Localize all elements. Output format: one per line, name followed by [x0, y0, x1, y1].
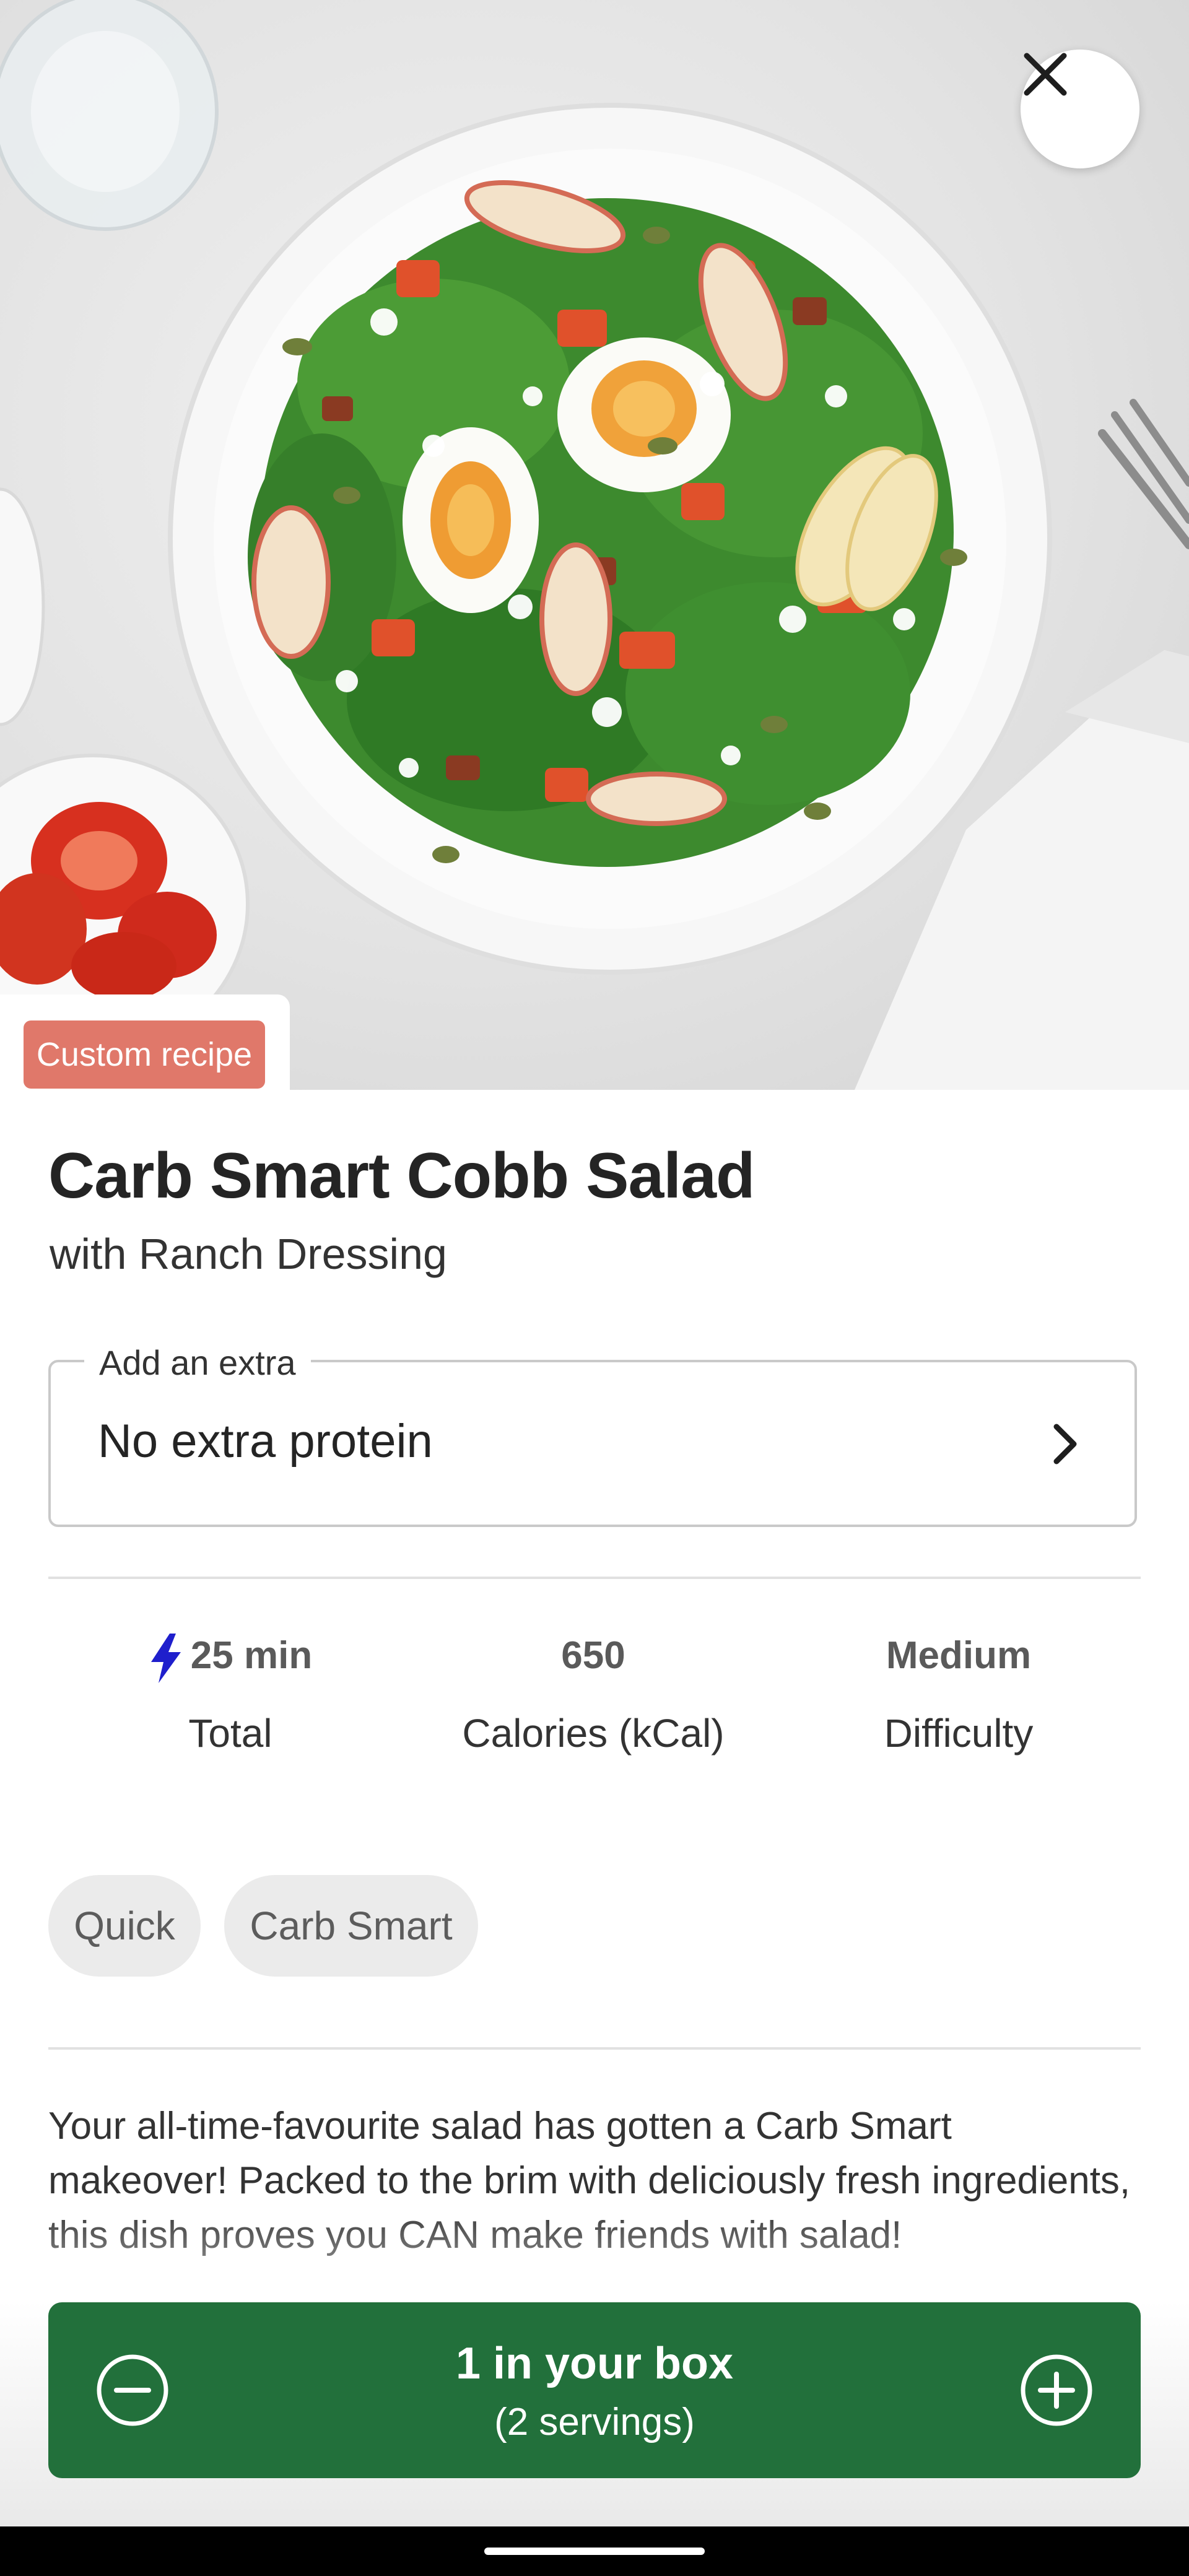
- recipe-hero-image: [0, 0, 1189, 1090]
- stat-total-time-value: 25 min: [190, 1634, 313, 1677]
- box-servings-label: (2 servings): [494, 2401, 695, 2443]
- recipe-subtitle: with Ranch Dressing: [50, 1230, 447, 1278]
- salad-photo: [0, 0, 1189, 1090]
- close-button[interactable]: [1021, 50, 1139, 168]
- chevron-right-icon[interactable]: [1047, 1419, 1084, 1469]
- stat-difficulty: Medium Difficulty: [785, 1631, 1132, 1756]
- box-quantity-label: 1 in your box: [455, 2339, 734, 2388]
- stat-difficulty-value: Medium: [886, 1634, 1032, 1677]
- add-extra-label: Add an extra: [84, 1342, 311, 1383]
- divider: [48, 2047, 1141, 2050]
- custom-recipe-badge: Custom recipe: [24, 1020, 265, 1089]
- add-extra-value: No extra protein: [98, 1415, 433, 1468]
- home-indicator[interactable]: [484, 2548, 705, 2555]
- increase-quantity-button[interactable]: [1019, 2353, 1094, 2427]
- divider: [48, 1577, 1141, 1579]
- recipe-title: Carb Smart Cobb Salad: [48, 1140, 756, 1212]
- stat-calories: 650 Calories (kCal): [420, 1631, 767, 1756]
- stat-difficulty-label: Difficulty: [884, 1711, 1034, 1756]
- stat-total-time: 25 min Total: [57, 1631, 404, 1756]
- close-icon: [1024, 53, 1067, 96]
- bolt-icon: [150, 1633, 181, 1683]
- stat-calories-value: 650: [561, 1634, 625, 1677]
- stat-calories-label: Calories (kCal): [462, 1711, 725, 1756]
- box-quantity-bar: 1 in your box (2 servings): [48, 2302, 1141, 2478]
- tag-quick[interactable]: Quick: [48, 1875, 201, 1977]
- stat-total-time-label: Total: [188, 1711, 272, 1756]
- tag-carb-smart[interactable]: Carb Smart: [224, 1875, 478, 1977]
